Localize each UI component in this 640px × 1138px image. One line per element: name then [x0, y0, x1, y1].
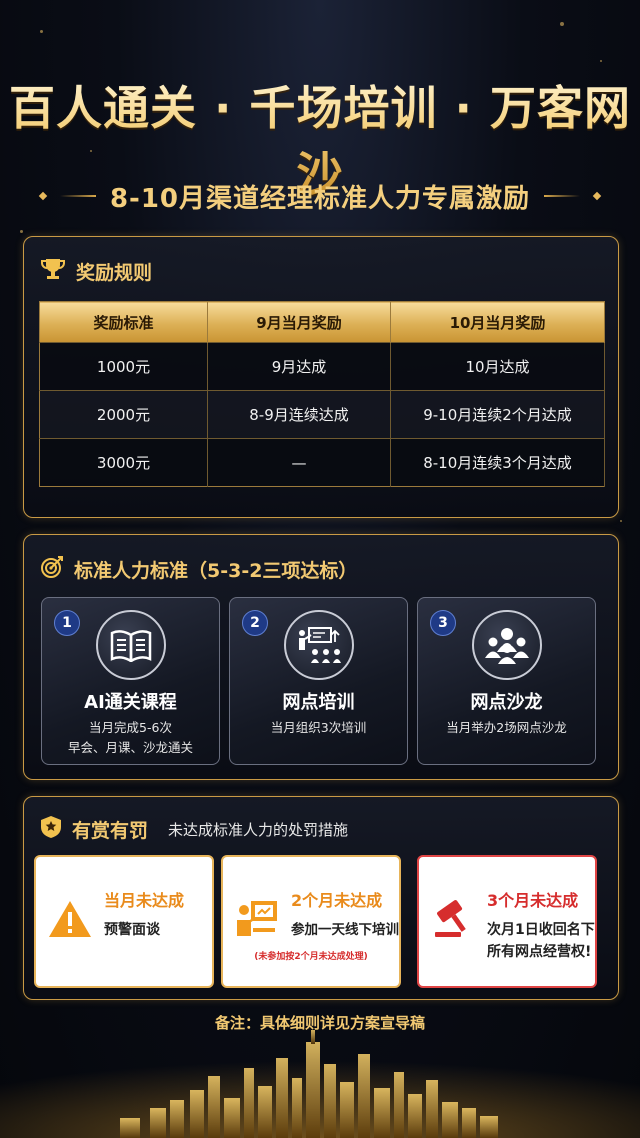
reward-table: 奖励标准 9月当月奖励 10月当月奖励 1000元 9月达成 10月达成 200…	[39, 301, 605, 487]
card-title: 当月未达成	[104, 891, 185, 910]
desc-line: 当月举办2场网点沙龙	[446, 720, 567, 735]
shield-icon	[40, 815, 62, 843]
panel-title: 奖励规则	[76, 261, 153, 284]
card-title: 3个月未达成	[487, 891, 579, 910]
card-title: 网点培训	[282, 692, 355, 713]
table-header-row: 奖励标准 9月当月奖励 10月当月奖励	[39, 301, 605, 343]
number-badge: 3	[430, 610, 456, 636]
card-description: 参加一天线下培训	[291, 922, 399, 938]
training-icon	[284, 610, 354, 680]
number-badge: 1	[54, 610, 80, 636]
sparkle	[600, 60, 602, 62]
card-title: AI通关课程	[84, 692, 177, 713]
target-icon	[40, 555, 64, 583]
desc-line: 次月1日收回名下	[487, 922, 595, 938]
column-header: 奖励标准	[39, 301, 208, 343]
sparkle	[40, 30, 43, 33]
panel-title: 有赏有罚	[72, 819, 149, 842]
sparkle	[620, 520, 622, 522]
table-cell: 8-10月连续3个月达成	[390, 438, 605, 487]
diamond-ornament	[38, 191, 48, 201]
penalty-card: 2个月未达成 参加一天线下培训 (未参加按2个月未达成处理)	[221, 855, 401, 988]
card-description: 次月1日收回名下 所有网点经营权!	[487, 919, 595, 963]
table-cell: 10月达成	[390, 342, 605, 391]
panel-title: 标准人力标准（5-3-2三项达标）	[74, 559, 358, 582]
book-icon	[96, 610, 166, 680]
standards-panel: 标准人力标准（5-3-2三项达标） 1 AI通关课程 当月完成5-6次 早会、月…	[23, 534, 619, 780]
table-cell: 2000元	[39, 390, 208, 439]
table-cell: 9月达成	[207, 342, 391, 391]
card-description: 当月完成5-6次 早会、月课、沙龙通关	[42, 718, 219, 758]
city-skyline	[0, 1028, 640, 1138]
table-cell: 9-10月连续2个月达成	[390, 390, 605, 439]
table-cell: —	[207, 438, 391, 487]
panel-note: 未达成标准人力的处罚措施	[168, 820, 349, 839]
standard-card: 3 网点沙龙 当月举办2场网点沙龙	[417, 597, 596, 765]
card-description: 预警面谈	[104, 922, 160, 938]
card-title: 网点沙龙	[470, 692, 543, 713]
desc-line: 当月完成5-6次	[89, 720, 172, 735]
table-row: 1000元 9月达成 10月达成	[39, 342, 605, 391]
standard-card: 1 AI通关课程 当月完成5-6次 早会、月课、沙龙通关	[41, 597, 220, 765]
subtitle-bar: 8-10月渠道经理标准人力专属激励	[0, 176, 640, 216]
panel-header: 奖励规则	[40, 257, 152, 285]
table-cell: 8-9月连续达成	[207, 390, 391, 439]
card-description: 当月举办2场网点沙龙	[418, 718, 595, 738]
column-header: 10月当月奖励	[390, 301, 605, 343]
penalty-card: 当月未达成 预警面谈	[34, 855, 214, 988]
gavel-icon	[429, 895, 477, 943]
divider-line	[59, 195, 96, 197]
card-title: 2个月未达成	[291, 891, 383, 910]
number-badge: 2	[242, 610, 268, 636]
penalties-panel: 有赏有罚 未达成标准人力的处罚措施 当月未达成 预警面谈 2个月未达成 参加一天…	[23, 796, 619, 1000]
divider-line	[544, 195, 581, 197]
table-row: 2000元 8-9月连续达成 9-10月连续2个月达成	[39, 390, 605, 439]
trophy-icon	[40, 257, 66, 285]
diamond-ornament	[592, 191, 602, 201]
warning-icon	[46, 895, 94, 943]
table-cell: 1000元	[39, 342, 208, 391]
sparkle	[560, 22, 564, 26]
table-cell: 3000元	[39, 438, 208, 487]
desc-line: 所有网点经营权!	[487, 944, 592, 960]
panel-header: 标准人力标准（5-3-2三项达标）	[40, 555, 357, 583]
training-board-icon	[233, 895, 281, 943]
card-footnote: (未参加按2个月未达成处理)	[254, 952, 368, 962]
card-description: 当月组织3次培训	[230, 718, 407, 738]
page-subtitle: 8-10月渠道经理标准人力专属激励	[109, 183, 531, 214]
desc-line: 早会、月课、沙龙通关	[67, 740, 193, 755]
column-header: 9月当月奖励	[207, 301, 391, 343]
table-row: 3000元 — 8-10月连续3个月达成	[39, 438, 605, 487]
panel-header: 有赏有罚 未达成标准人力的处罚措施	[40, 815, 348, 843]
desc-line: 当月组织3次培训	[270, 720, 367, 735]
group-icon	[472, 610, 542, 680]
penalty-card: 3个月未达成 次月1日收回名下 所有网点经营权!	[417, 855, 597, 988]
sparkle	[20, 230, 23, 233]
reward-rules-panel: 奖励规则 奖励标准 9月当月奖励 10月当月奖励 1000元 9月达成 10月达…	[23, 236, 619, 518]
standard-card: 2 网点培训 当月组织3次培训	[229, 597, 408, 765]
